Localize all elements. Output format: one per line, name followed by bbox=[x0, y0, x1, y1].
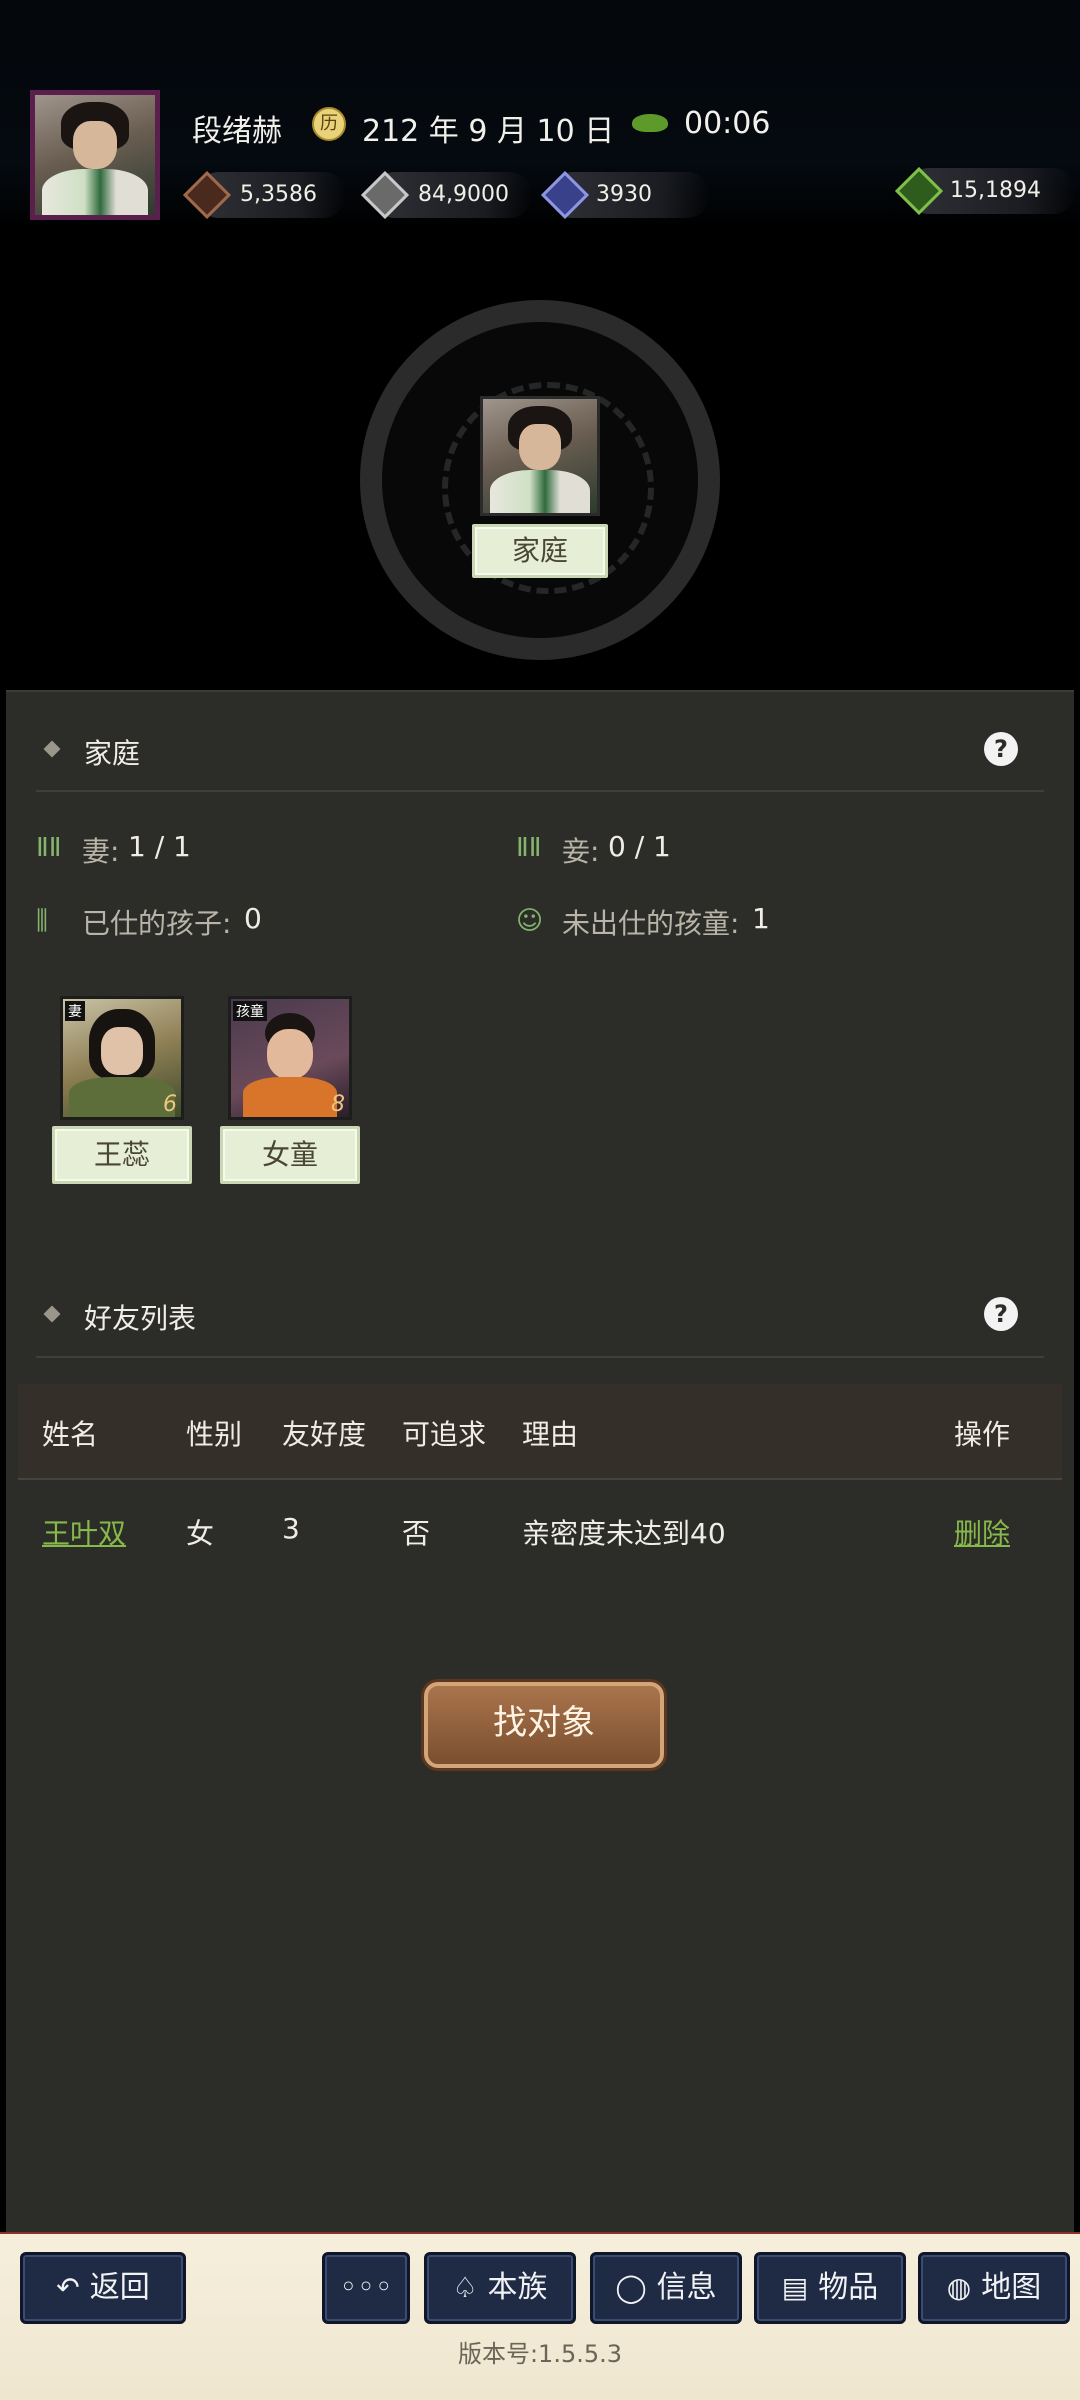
friend-reason: 亲密度未达到40 bbox=[522, 1517, 726, 1550]
member-number: 8 bbox=[331, 1092, 345, 1117]
table-divider bbox=[18, 1478, 1062, 1480]
friend-pursuable: 否 bbox=[402, 1517, 431, 1550]
wife-label: 妻: bbox=[82, 835, 120, 868]
footprints-icon: ⅡⅡ bbox=[516, 833, 542, 863]
col-name: 姓名 bbox=[42, 1418, 99, 1451]
col-gender: 性别 bbox=[186, 1418, 243, 1451]
hero-label[interactable]: 家庭 bbox=[472, 524, 608, 578]
grain-value: 84,9000 bbox=[418, 182, 509, 207]
wife-value: 1 / 1 bbox=[128, 830, 191, 863]
unemployed-children-value: 1 bbox=[752, 902, 770, 935]
family-title: 家庭 bbox=[84, 737, 141, 770]
clan-icon: ♤ bbox=[452, 2271, 478, 2304]
items-icon: ▤ bbox=[781, 2271, 809, 2304]
col-pursuable: 可追求 bbox=[402, 1418, 487, 1451]
member-name[interactable]: 王蕊 bbox=[52, 1126, 192, 1184]
footprints-icon: ⅡⅡ bbox=[36, 833, 62, 863]
delete-friend-link[interactable]: 删除 bbox=[954, 1512, 1010, 1552]
employed-children-value: 0 bbox=[244, 902, 262, 935]
concubine-label: 妾: bbox=[562, 835, 600, 868]
coin-value: 5,3586 bbox=[240, 182, 317, 207]
back-label: 返回 bbox=[89, 2270, 150, 2305]
concubine-value: 0 / 1 bbox=[608, 830, 671, 863]
col-friendliness: 友好度 bbox=[282, 1418, 367, 1451]
items-button[interactable]: ▤ 物品 bbox=[754, 2252, 906, 2324]
family-help-icon[interactable]: ? bbox=[984, 732, 1018, 766]
friends-divider bbox=[36, 1356, 1044, 1358]
col-action: 操作 bbox=[954, 1418, 1011, 1451]
items-label: 物品 bbox=[818, 2270, 879, 2305]
unemployed-children-label: 未出仕的孩童: bbox=[562, 907, 740, 940]
people-icon: ⫼ bbox=[36, 906, 48, 936]
info-label: 信息 bbox=[656, 2270, 717, 2305]
chat-bubble-icon: ◯ bbox=[615, 2271, 647, 2304]
member-tag: 妻 bbox=[65, 1001, 85, 1021]
version-text: 版本号:1.5.5.3 bbox=[457, 2340, 623, 2368]
back-arrow-icon: ↶ bbox=[56, 2271, 80, 2304]
map-label: 地图 bbox=[981, 2270, 1042, 2305]
globe-icon: ◍ bbox=[946, 2271, 972, 2304]
clan-button[interactable]: ♤ 本族 bbox=[424, 2252, 576, 2324]
player-avatar[interactable] bbox=[30, 90, 160, 220]
member-card[interactable]: 孩童 8 bbox=[228, 996, 352, 1120]
friends-help-icon[interactable]: ? bbox=[984, 1297, 1018, 1331]
baby-icon: ☺ bbox=[516, 906, 544, 936]
member-tag: 孩童 bbox=[233, 1001, 267, 1021]
player-portrait bbox=[35, 95, 155, 215]
back-button[interactable]: ↶ 返回 bbox=[20, 2252, 186, 2324]
family-divider bbox=[36, 790, 1044, 792]
info-button[interactable]: ◯ 信息 bbox=[590, 2252, 742, 2324]
game-time: 00:06 bbox=[684, 106, 771, 141]
money-value: 15,1894 bbox=[950, 178, 1041, 203]
friends-title: 好友列表 bbox=[84, 1302, 197, 1335]
find-partner-button[interactable]: 找对象 bbox=[424, 1682, 664, 1768]
turtle-speed-icon[interactable] bbox=[632, 114, 668, 132]
employed-children-label: 已仕的孩子: bbox=[82, 907, 232, 940]
soldier-value: 3930 bbox=[596, 182, 652, 207]
member-number: 6 bbox=[163, 1092, 177, 1117]
more-button[interactable]: ◦◦◦ bbox=[322, 2252, 410, 2324]
calendar-icon: 历 bbox=[312, 107, 346, 141]
game-date: 212 年 9 月 10 日 bbox=[362, 114, 615, 149]
hero-portrait[interactable] bbox=[480, 396, 600, 516]
friend-friendliness: 3 bbox=[282, 1512, 300, 1545]
col-reason: 理由 bbox=[522, 1418, 579, 1451]
member-name[interactable]: 女童 bbox=[220, 1126, 360, 1184]
player-name: 段绪赫 bbox=[192, 114, 282, 149]
friend-name-link[interactable]: 王叶双 bbox=[42, 1512, 126, 1552]
clan-label: 本族 bbox=[487, 2270, 548, 2305]
friend-gender: 女 bbox=[186, 1517, 215, 1550]
member-card[interactable]: 妻 6 bbox=[60, 996, 184, 1120]
map-button[interactable]: ◍ 地图 bbox=[918, 2252, 1070, 2324]
